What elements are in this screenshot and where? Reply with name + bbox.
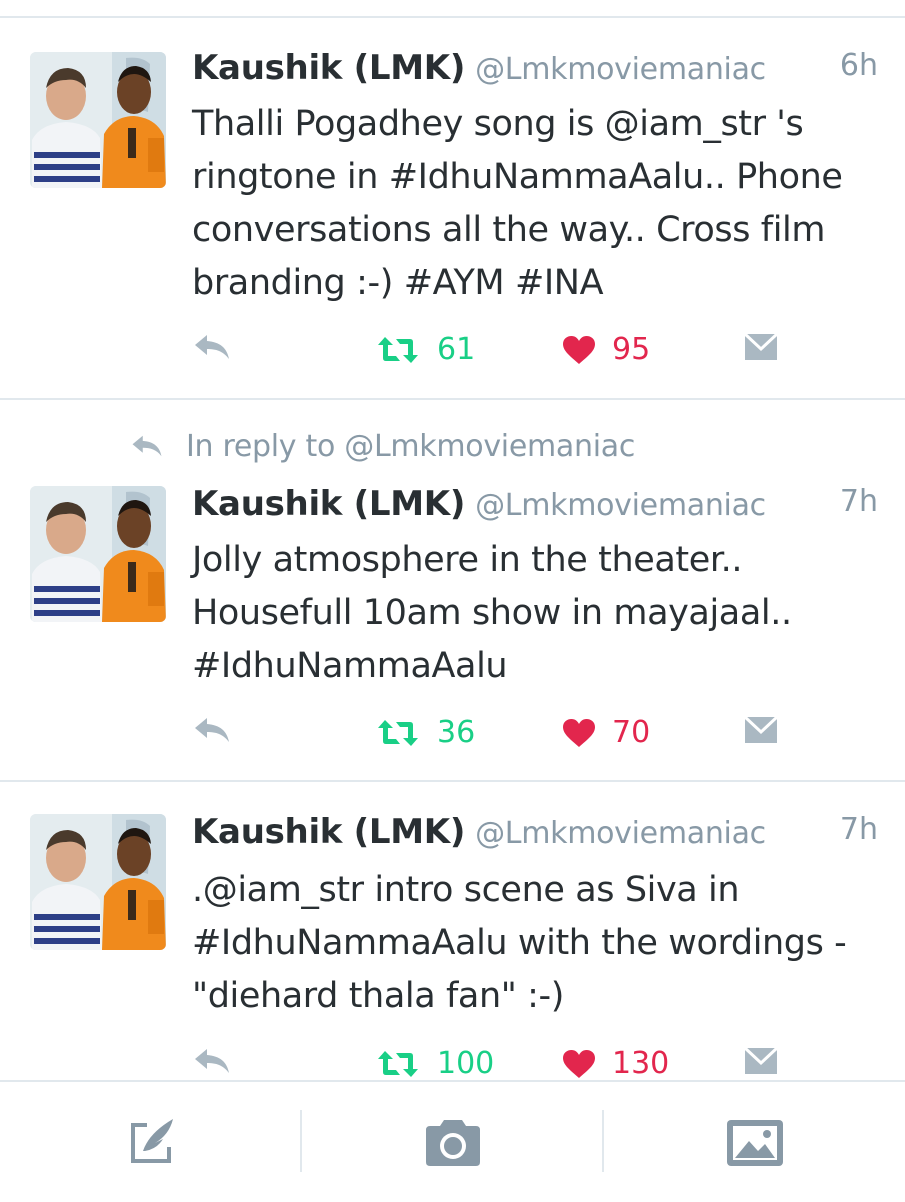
tweet-text: Thalli Pogadhey song is @iam_str 's ring… [192,104,843,303]
top-divider [0,16,905,18]
direct-message-icon [743,1046,779,1076]
avatar[interactable] [30,814,166,950]
like-count: 70 [612,715,651,750]
reply-icon [192,715,232,745]
tweet-actions: 100 130 [0,1046,905,1080]
camera-icon [426,1120,480,1166]
heart-icon [562,1049,596,1079]
like-button[interactable]: 130 [562,1046,669,1080]
reply-context[interactable]: In reply to @Lmkmoviemaniac [130,424,635,468]
tweet-divider [0,398,905,400]
reply-context-text: In reply to @Lmkmoviemaniac [186,428,636,464]
avatar[interactable] [30,486,166,622]
reply-button[interactable] [192,332,232,362]
tweet-header: Kaushik (LMK) @Lmkmoviemaniac 7h [192,812,878,856]
reply-button[interactable] [192,1046,232,1076]
reply-icon [192,332,232,362]
retweet-button[interactable]: 36 [375,715,475,750]
timestamp: 7h [839,484,878,519]
display-name[interactable]: Kaushik (LMK) [192,48,465,88]
bar-separator [300,1110,302,1172]
retweet-button[interactable]: 61 [375,332,475,367]
tweet-actions: 36 70 [0,715,905,759]
compose-tweet-icon [131,1119,173,1163]
retweet-icon [375,335,421,365]
tweet-actions: 61 95 [0,332,905,376]
direct-message-button[interactable] [743,332,779,362]
tweet-text: Jolly atmosphere in the theater.. Housef… [192,540,792,686]
heart-icon [562,718,596,748]
retweet-count: 36 [437,715,476,750]
retweet-count: 61 [437,332,476,367]
tweet-text: .@iam_str intro scene as Siva in #IdhuNa… [192,870,847,1016]
display-name[interactable]: Kaushik (LMK) [192,812,465,852]
direct-message-icon [743,332,779,362]
retweet-icon [375,1049,421,1079]
tweet-timeline: Kaushik (LMK) @Lmkmoviemaniac 6h Thalli P… [0,0,905,1080]
bar-separator [602,1110,604,1172]
direct-message-button[interactable] [743,1046,779,1076]
tweet-header: Kaushik (LMK) @Lmkmoviemaniac 7h [192,484,878,528]
direct-message-icon [743,715,779,745]
retweet-button[interactable]: 100 [375,1046,494,1080]
tweet-divider [0,780,905,782]
reply-button[interactable] [192,715,232,745]
heart-icon [562,335,596,365]
like-count: 95 [612,332,651,367]
user-handle[interactable]: @Lmkmoviemaniac [475,488,766,523]
like-count: 130 [612,1046,670,1080]
compose-tweet-button[interactable] [116,1108,186,1178]
like-button[interactable]: 95 [562,332,650,367]
camera-button[interactable] [418,1108,488,1178]
display-name[interactable]: Kaushik (LMK) [192,484,465,524]
like-button[interactable]: 70 [562,715,650,750]
timestamp: 6h [839,48,878,83]
tweet-header: Kaushik (LMK) @Lmkmoviemaniac 6h [192,48,878,92]
user-handle[interactable]: @Lmkmoviemaniac [475,816,766,851]
direct-message-button[interactable] [743,715,779,745]
reply-icon [192,1046,232,1076]
avatar[interactable] [30,52,166,188]
reply-context-icon [130,433,164,459]
gallery-button[interactable] [720,1108,790,1178]
retweet-count: 100 [437,1046,495,1080]
bottom-action-bar [0,1080,905,1202]
user-handle[interactable]: @Lmkmoviemaniac [475,52,766,87]
timestamp: 7h [839,812,878,847]
retweet-icon [375,718,421,748]
gallery-icon [727,1120,783,1166]
